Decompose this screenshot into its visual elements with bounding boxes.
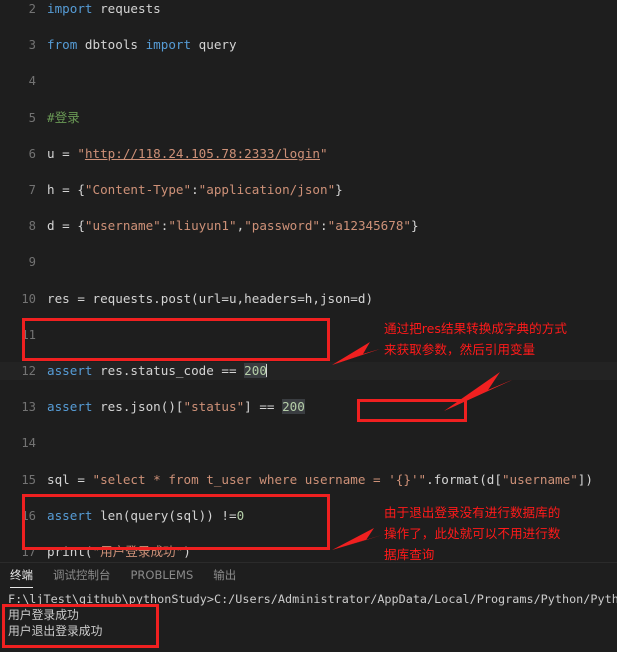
line-content: import requests xyxy=(47,1,161,16)
line-content: #登录 xyxy=(47,109,80,125)
annotation-note-2-line-1: 由于退出登录没有进行数据库的 xyxy=(384,505,561,520)
code-line[interactable]: 14 xyxy=(0,434,617,452)
line-number: 8 xyxy=(28,219,36,234)
tab-debug-console[interactable]: 调试控制台 xyxy=(53,567,111,586)
annotation-note-1: 通过把res结果转换成字典的方式 来获取参数，然后引用变量 xyxy=(384,318,567,360)
line-content: sql = "select * from t_user where userna… xyxy=(47,471,593,487)
line-number: 7 xyxy=(28,182,36,197)
tab-problems[interactable]: PROBLEMS xyxy=(131,568,194,585)
code-line[interactable]: 4 xyxy=(0,72,617,90)
line-number: 15 xyxy=(21,472,36,487)
line-content: u = "http://118.24.105.78:2333/login" xyxy=(47,145,328,161)
line-number: 2 xyxy=(28,2,36,16)
line-number: 14 xyxy=(21,436,36,451)
code-editor[interactable]: 2 import requests 3 from dbtools import … xyxy=(0,0,617,562)
line-number: 12 xyxy=(21,363,36,378)
bottom-panel: 终端 调试控制台 PROBLEMS 输出 F:\ljTest\github\py… xyxy=(0,562,617,652)
terminal-line: 用户登录成功 xyxy=(8,608,79,622)
code-line[interactable]: 2 import requests xyxy=(0,0,617,18)
line-content: print("用户登录成功") xyxy=(47,543,191,559)
terminal-line: F:\ljTest\github\pythonStudy>C:/Users/Ad… xyxy=(8,592,617,606)
code-line[interactable]: 5 #登录 xyxy=(0,109,617,127)
annotation-note-2-line-2: 操作了，此处就可以不用进行数 xyxy=(384,526,561,541)
text-cursor xyxy=(265,363,267,377)
terminal-line: 用户退出登录成功 xyxy=(8,624,103,638)
line-content: res = requests.post(url=u,headers=h,json… xyxy=(47,290,374,306)
line-number: 3 xyxy=(28,38,36,53)
code-line[interactable]: 10 res = requests.post(url=u,headers=h,j… xyxy=(0,290,617,308)
code-line[interactable]: 15 sql = "select * from t_user where use… xyxy=(0,471,617,489)
line-content: assert res.status_code == 200 xyxy=(47,362,267,378)
line-number: 6 xyxy=(28,146,36,161)
line-number: 16 xyxy=(21,508,36,523)
code-line[interactable]: 8 d = {"username":"liuyun1","password":"… xyxy=(0,217,617,235)
line-number: 17 xyxy=(21,544,36,559)
code-line[interactable]: 3 from dbtools import query xyxy=(0,36,617,54)
annotation-note-1-line-1: 通过把res结果转换成字典的方式 xyxy=(384,321,567,336)
vscode-window: 2 import requests 3 from dbtools import … xyxy=(0,0,617,652)
line-content: assert res.json()["status"] == 200 xyxy=(47,399,305,415)
annotation-note-2: 由于退出登录没有进行数据库的 操作了，此处就可以不用进行数 据库查询 xyxy=(384,502,560,565)
line-number: 10 xyxy=(21,291,36,306)
line-number: 11 xyxy=(21,327,36,342)
terminal-output[interactable]: F:\ljTest\github\pythonStudy>C:/Users/Ad… xyxy=(8,591,617,652)
line-number: 9 xyxy=(28,255,36,270)
code-line[interactable]: 9 xyxy=(0,253,617,271)
line-content: assert len(query(sql)) !=0 xyxy=(47,507,245,523)
code-line[interactable]: 13 assert res.json()["status"] == 200 xyxy=(0,398,617,416)
code-line[interactable]: 6 u = "http://118.24.105.78:2333/login" xyxy=(0,145,617,163)
line-content: from dbtools import query xyxy=(47,37,237,53)
annotation-note-2-line-3: 据库查询 xyxy=(384,547,435,562)
tab-terminal[interactable]: 终端 xyxy=(10,567,33,588)
panel-tab-bar: 终端 调试控制台 PROBLEMS 输出 xyxy=(0,563,617,589)
line-content: h = {"Content-Type":"application/json"} xyxy=(47,181,343,197)
tab-output[interactable]: 输出 xyxy=(213,567,236,586)
line-content: d = {"username":"liuyun1","password":"a1… xyxy=(47,218,419,234)
line-number: 5 xyxy=(28,110,36,125)
code-line[interactable]: 7 h = {"Content-Type":"application/json"… xyxy=(0,181,617,199)
code-line-current[interactable]: 12 assert res.status_code == 200 xyxy=(0,361,617,381)
annotation-note-1-line-2: 来获取参数，然后引用变量 xyxy=(384,342,536,357)
line-number: 4 xyxy=(28,74,36,89)
line-number: 13 xyxy=(21,400,36,415)
